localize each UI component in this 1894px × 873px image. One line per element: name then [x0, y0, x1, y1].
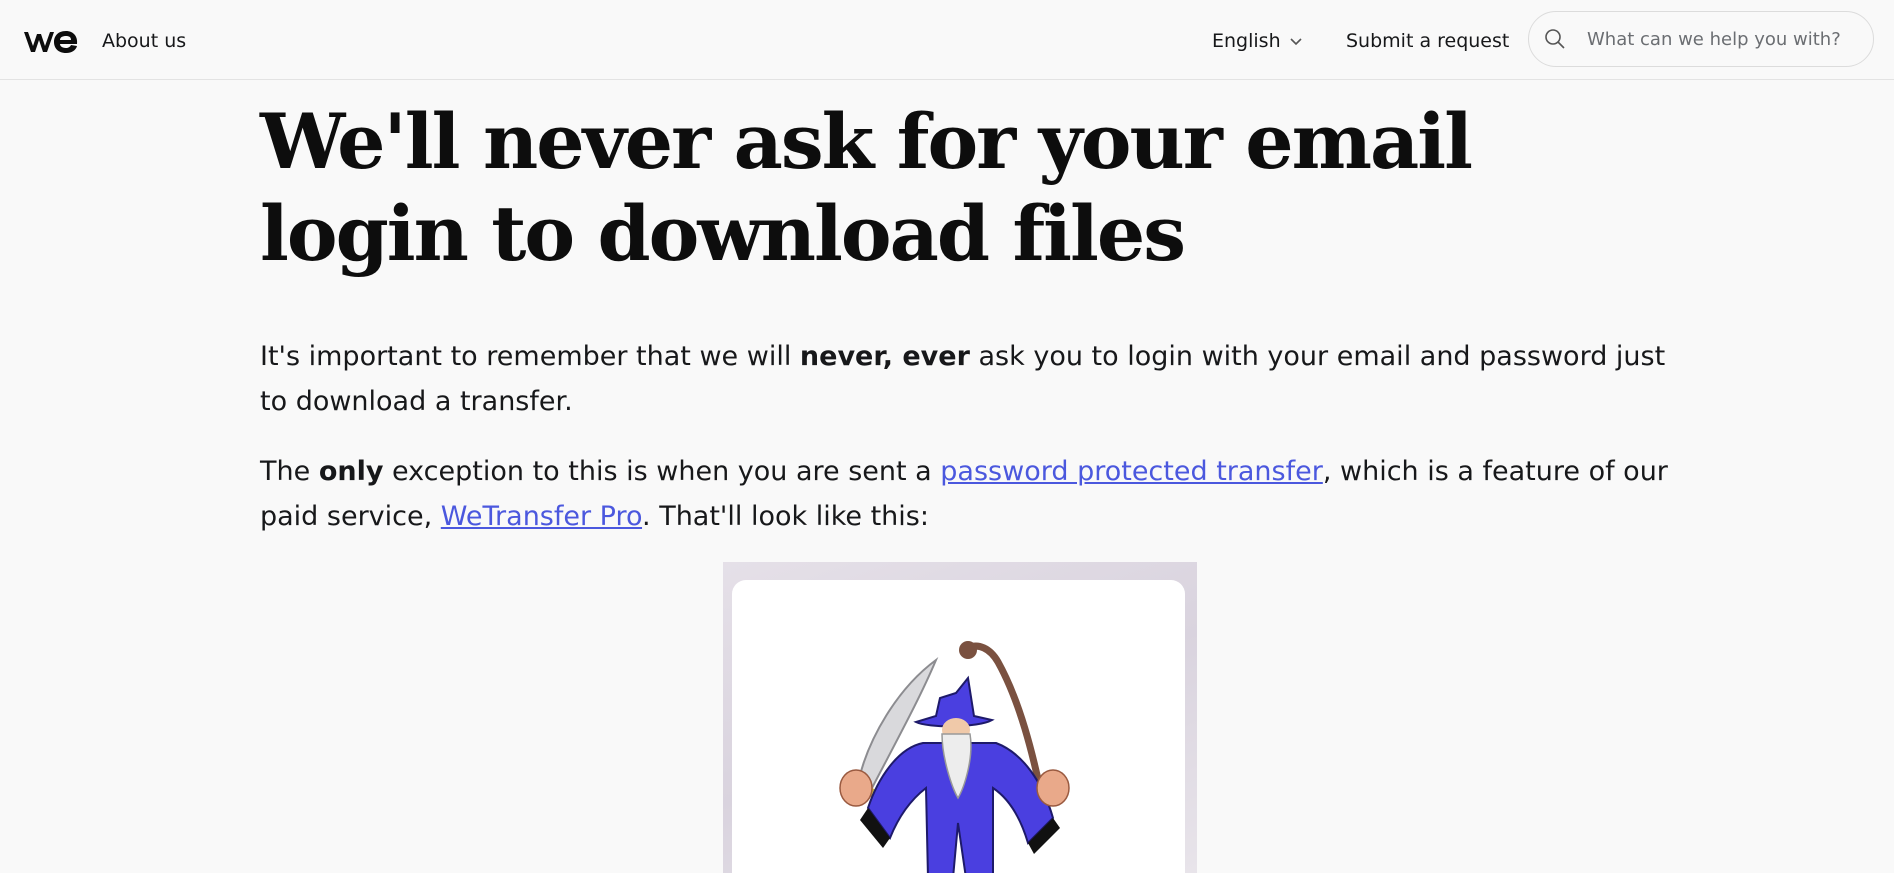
p2-text-2: exception to this is when you are sent a	[383, 456, 941, 487]
site-header: About us English Submit a request	[0, 0, 1894, 80]
p2-text-1: The	[260, 456, 319, 487]
p1-text-before: It's important to remember that we will	[260, 341, 800, 372]
wetransfer-logo-icon[interactable]	[22, 26, 80, 56]
wizard-illustration-icon	[839, 641, 1070, 873]
p1-bold-text: never, ever	[799, 341, 970, 372]
language-selector[interactable]: English	[1212, 30, 1303, 52]
paragraph-exception: The only exception to this is when you a…	[260, 449, 1680, 539]
submit-request-link[interactable]: Submit a request	[1346, 30, 1509, 52]
article-body: We'll never ask for your email login to …	[260, 96, 1680, 532]
about-us-link[interactable]: About us	[102, 30, 186, 52]
search-icon	[1545, 29, 1565, 49]
article-illustration	[723, 562, 1197, 873]
p2-text-4: . That'll look like this:	[642, 501, 929, 532]
language-label: English	[1212, 30, 1281, 52]
paragraph-intro: It's important to remember that we will …	[260, 334, 1680, 424]
page-title: We'll never ask for your email login to …	[260, 97, 1473, 278]
illustration-card	[732, 580, 1185, 873]
search-input[interactable]	[1585, 27, 1859, 51]
password-protected-transfer-link[interactable]: password protected transfer	[940, 456, 1323, 487]
p2-bold-text: only	[318, 456, 384, 487]
wetransfer-pro-link[interactable]: WeTransfer Pro	[441, 501, 642, 532]
chevron-down-icon	[1290, 38, 1302, 46]
search-box[interactable]	[1528, 11, 1874, 67]
